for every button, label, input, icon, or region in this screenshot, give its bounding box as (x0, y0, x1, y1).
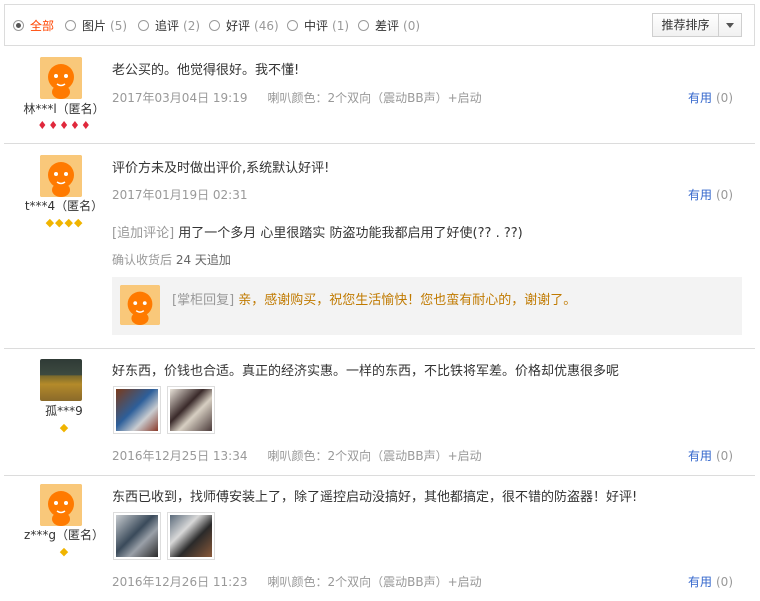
review-photo[interactable] (167, 512, 215, 560)
sort-dropdown[interactable]: 推荐排序 (652, 13, 742, 37)
useful-button[interactable]: 有用 (0) (688, 573, 733, 590)
red-heart-diamond-icon: ♦ (59, 119, 69, 132)
review-meta: 2017年03月04日 19:19 喇叭颜色：2个双向（震动BB声）+启动 (112, 89, 482, 106)
review-meta: 2016年12月25日 13:34 喇叭颜色：2个双向（震动BB声）+启动 (112, 447, 482, 464)
append-text: 用了一个多月 心里很踏实 防盗功能我都启用了好使(?? . ??) (178, 226, 523, 241)
append-note-days: 24 天追加 (175, 253, 231, 267)
reply-content: 亲，感谢购买，祝您生活愉快！您也蛮有耐心的，谢谢了。 (238, 293, 577, 308)
append-note: 确认收货后 24 天追加 (112, 251, 231, 268)
reply-text: [掌柜回复] 亲，感谢购买，祝您生活愉快！您也蛮有耐心的，谢谢了。 (172, 289, 576, 308)
username: t***4（匿名） (24, 199, 104, 213)
useful-count: (0) (716, 575, 733, 589)
useful-count: (0) (716, 188, 733, 202)
user-rank: ◆ ◆ ◆ ◆ (4, 217, 124, 229)
review-item: 孤***9 ◆ 好东西，价钱也合适。真正的经济实惠。一样的东西，不比铁将军差。价… (4, 350, 755, 476)
review-photo[interactable] (113, 512, 161, 560)
filter-neutral[interactable]: 中评 (1) (287, 17, 349, 34)
radio-icon[interactable] (358, 20, 369, 31)
chevron-down-icon[interactable] (719, 23, 741, 28)
radio-icon[interactable] (65, 20, 76, 31)
filter-count: (46) (254, 18, 279, 33)
append-note-prefix: 确认收货后 (112, 253, 173, 267)
review-item: 林***l（匿名） ♦ ♦ ♦ ♦ ♦ 老公买的。他觉得很好。我不懂! 2017… (4, 47, 755, 144)
review-filter-bar: 全部 图片 (5) 追评 (2) 好评 (46) 中评 (1) 差评 (0) 推… (4, 4, 755, 46)
review-text: 好东西，价钱也合适。真正的经济实惠。一样的东西，不比铁将军差。价格却优惠很多呢 (112, 364, 620, 379)
avatar (40, 155, 82, 197)
yellow-diamond-icon: ◆ (59, 545, 69, 558)
review-sku: 喇叭颜色：2个双向（震动BB声）+启动 (267, 91, 482, 105)
radio-icon[interactable] (209, 20, 220, 31)
radio-icon[interactable] (287, 20, 298, 31)
red-heart-diamond-icon: ♦ (37, 119, 48, 132)
username: 林***l（匿名） (23, 102, 105, 116)
review-item: z***g（匿名） ◆ 东西已收到，找师傅安装上了，除了遥控启动没搞好，其他都搞… (4, 477, 755, 601)
useful-label: 有用 (687, 575, 712, 589)
append-review: [追加评论] 用了一个多月 心里很踏实 防盗功能我都启用了好使(?? . ??) (112, 222, 523, 241)
user-rank: ♦ ♦ ♦ ♦ ♦ (4, 120, 124, 132)
review-text: 评价方未及时做出评价,系统默认好评! (112, 161, 330, 176)
review-sku: 喇叭颜色：2个双向（震动BB声）+启动 (267, 575, 482, 589)
reply-label: [掌柜回复] (172, 293, 235, 308)
red-heart-diamond-icon: ♦ (48, 119, 59, 132)
filter-label: 追评 (155, 19, 180, 33)
review-item: t***4（匿名） ◆ ◆ ◆ ◆ 评价方未及时做出评价,系统默认好评! 201… (4, 145, 755, 349)
filter-label: 全部 (30, 19, 55, 33)
radio-icon[interactable] (13, 20, 24, 31)
review-photo[interactable] (113, 386, 161, 434)
filter-images[interactable]: 图片 (5) (65, 17, 127, 34)
append-label: [追加评论] (112, 226, 175, 241)
yellow-diamond-icon: ◆ (55, 216, 64, 229)
filter-count: (1) (332, 18, 350, 33)
yellow-diamond-icon: ◆ (73, 216, 83, 229)
filter-count: (5) (110, 18, 128, 33)
filter-count: (0) (403, 18, 421, 33)
review-date: 2016年12月25日 13:34 (112, 449, 248, 463)
avatar (40, 57, 82, 99)
filter-label: 图片 (82, 19, 107, 33)
filter-count: (2) (183, 18, 201, 33)
red-heart-diamond-icon: ♦ (69, 119, 80, 132)
useful-label: 有用 (687, 449, 712, 463)
filter-followup[interactable]: 追评 (2) (138, 17, 200, 34)
filter-positive[interactable]: 好评 (46) (209, 17, 279, 34)
review-date: 2016年12月26日 11:23 (112, 575, 248, 589)
review-text: 东西已收到，找师傅安装上了，除了遥控启动没搞好，其他都搞定，很不错的防盗器！好评… (112, 490, 638, 505)
useful-button[interactable]: 有用 (0) (688, 186, 733, 203)
sort-label: 推荐排序 (653, 14, 719, 36)
yellow-diamond-icon: ◆ (45, 216, 55, 229)
useful-count: (0) (716, 449, 733, 463)
radio-icon[interactable] (138, 20, 149, 31)
username: z***g（匿名） (24, 528, 104, 542)
useful-label: 有用 (687, 91, 712, 105)
yellow-diamond-icon: ◆ (59, 421, 69, 434)
useful-label: 有用 (687, 188, 712, 202)
seller-avatar (120, 285, 160, 325)
user-rank: ◆ (4, 546, 124, 558)
review-meta: 2016年12月26日 11:23 喇叭颜色：2个双向（震动BB声）+启动 (112, 573, 482, 590)
filter-label: 好评 (226, 19, 251, 33)
review-date: 2017年01月19日 02:31 (112, 188, 248, 202)
review-meta: 2017年01月19日 02:31 (112, 186, 247, 203)
avatar (40, 359, 82, 401)
filter-negative[interactable]: 差评 (0) (358, 17, 420, 34)
avatar (40, 484, 82, 526)
review-photo[interactable] (167, 386, 215, 434)
username: 孤***9 (45, 404, 83, 418)
useful-button[interactable]: 有用 (0) (688, 89, 733, 106)
useful-button[interactable]: 有用 (0) (688, 447, 733, 464)
useful-count: (0) (716, 91, 733, 105)
review-text: 老公买的。他觉得很好。我不懂! (112, 63, 300, 78)
yellow-diamond-icon: ◆ (64, 216, 73, 229)
user-rank: ◆ (4, 422, 124, 434)
red-heart-diamond-icon: ♦ (80, 119, 91, 132)
review-sku: 喇叭颜色：2个双向（震动BB声）+启动 (267, 449, 482, 463)
filter-all[interactable]: 全部 (13, 17, 54, 34)
review-date: 2017年03月04日 19:19 (112, 91, 248, 105)
filter-label: 差评 (375, 19, 400, 33)
filter-label: 中评 (304, 19, 329, 33)
seller-reply: [掌柜回复] 亲，感谢购买，祝您生活愉快！您也蛮有耐心的，谢谢了。 (112, 277, 742, 335)
